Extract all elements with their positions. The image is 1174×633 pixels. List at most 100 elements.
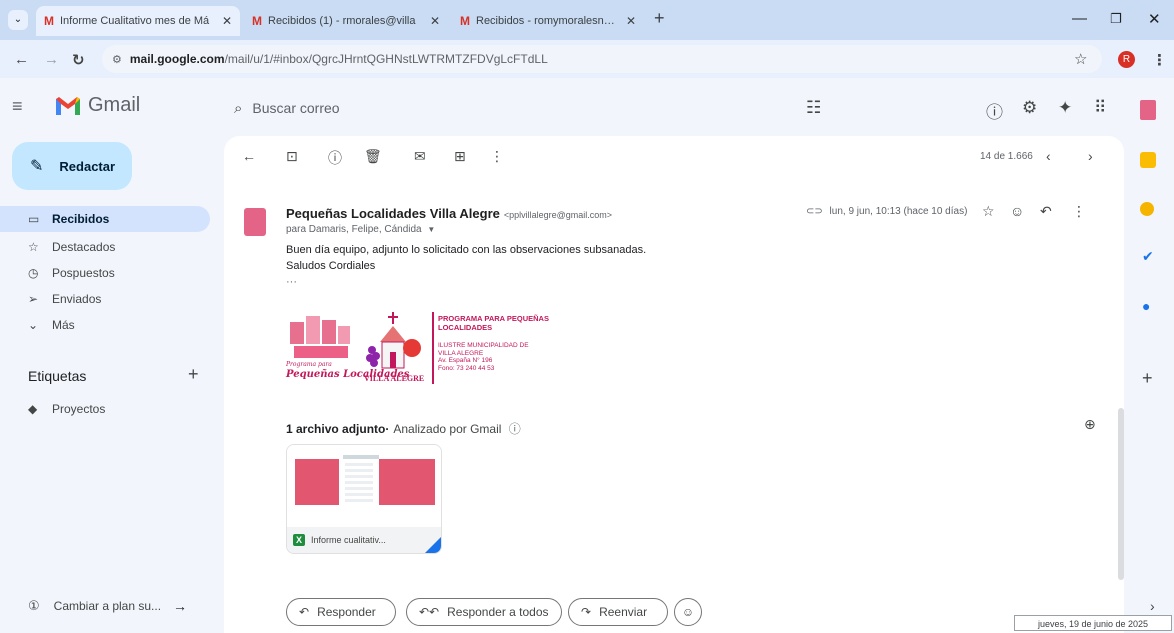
upgrade-plan-link[interactable]: ① Cambiar a plan su... → bbox=[28, 598, 187, 614]
search-icon[interactable]: ⌕ bbox=[234, 100, 242, 117]
signature-villa-name: VILLA ALEGRE bbox=[364, 374, 425, 383]
address-bar[interactable]: ⚙ mail.google.com/mail/u/1/#inbox/QgrcJH… bbox=[102, 45, 1102, 73]
upgrade-icon: ① bbox=[28, 598, 40, 613]
move-to-icon[interactable]: ⊞ bbox=[454, 148, 466, 165]
close-tab-icon[interactable]: ✕ bbox=[222, 14, 232, 28]
gmail-icon: M bbox=[44, 14, 54, 28]
reply-button[interactable]: ↶ Responder bbox=[286, 598, 396, 626]
help-icon[interactable]: ⓘ bbox=[986, 98, 1003, 123]
tab-title: Informe Cualitativo mes de Má bbox=[60, 15, 210, 27]
compose-button[interactable]: ✎ Redactar bbox=[12, 142, 132, 190]
emoji-reaction-icon[interactable]: ☺ bbox=[1010, 203, 1024, 219]
attachments-header: 1 archivo adjunto· Analizado por Gmail ⓘ bbox=[286, 422, 521, 436]
search-options-icon[interactable]: ☷ bbox=[806, 98, 821, 118]
reply-all-icon: ↶↶ bbox=[419, 605, 440, 619]
add-to-drive-icon[interactable]: ⊕ bbox=[1084, 416, 1096, 433]
signature-divider bbox=[432, 312, 434, 384]
show-trimmed-content[interactable]: ··· bbox=[286, 276, 297, 288]
gmail-m-icon bbox=[56, 96, 80, 115]
newer-chevron-icon[interactable]: ‹ bbox=[1046, 148, 1051, 164]
add-label-icon[interactable]: + bbox=[188, 364, 199, 385]
get-addons-icon[interactable]: + bbox=[1142, 368, 1153, 389]
more-actions-icon[interactable]: ⋮ bbox=[490, 148, 504, 165]
forward-icon: ↷ bbox=[581, 605, 592, 619]
browser-menu-icon[interactable]: ⋮ bbox=[1152, 51, 1167, 69]
bookmark-star-icon[interactable]: ☆ bbox=[1074, 50, 1087, 68]
info-icon[interactable]: ⓘ bbox=[509, 422, 521, 436]
mark-unread-icon[interactable]: ✉ bbox=[414, 148, 426, 165]
reply-icon[interactable]: ↶ bbox=[1040, 203, 1052, 220]
sidebar-item-pospuestos[interactable]: ◷ Pospuestos bbox=[0, 260, 210, 286]
tasks-icon[interactable]: ✔ bbox=[1142, 248, 1154, 265]
back-to-inbox-icon[interactable]: ← bbox=[242, 148, 256, 164]
browser-tab-informe[interactable]: M Informe Cualitativo mes de Má ✕ bbox=[36, 6, 240, 36]
sidebar-item-mas[interactable]: ⌄ Más bbox=[0, 312, 210, 338]
forward-icon[interactable]: → bbox=[44, 51, 59, 68]
forward-label: Reenviar bbox=[599, 605, 648, 619]
star-message-icon[interactable]: ☆ bbox=[982, 203, 995, 220]
gmail-logo[interactable]: Gmail bbox=[54, 94, 140, 117]
recipients-dropdown[interactable]: para Damaris, Felipe, Cándida ▼ bbox=[286, 224, 435, 235]
browser-tab-recibidos-2[interactable]: M Recibidos - romymoralesn23@ ✕ bbox=[452, 6, 644, 36]
reply-icon: ↶ bbox=[299, 605, 310, 619]
show-side-panel-icon[interactable]: › bbox=[1150, 598, 1155, 614]
maximize-icon[interactable]: ❐ bbox=[1110, 11, 1122, 27]
calendar-icon[interactable] bbox=[1140, 152, 1156, 168]
tab-title: Recibidos (1) - rmorales@villa bbox=[268, 15, 416, 27]
report-spam-icon[interactable]: ⓘ bbox=[328, 148, 342, 168]
contacts-icon[interactable]: ● bbox=[1142, 298, 1150, 314]
search-bar[interactable]: ⌕ Buscar correo bbox=[224, 86, 834, 130]
attachment-card[interactable]: X Informe cualitativ... bbox=[286, 444, 442, 554]
forward-button[interactable]: ↷ Reenviar bbox=[568, 598, 668, 626]
back-icon[interactable]: ← bbox=[14, 51, 29, 68]
reply-all-label: Responder a todos bbox=[447, 605, 549, 619]
attachment-thumbnail bbox=[287, 445, 441, 527]
signature-line: Fono: 73 240 44 53 bbox=[438, 364, 495, 372]
close-tab-icon[interactable]: ✕ bbox=[626, 14, 636, 28]
profile-avatar[interactable]: R bbox=[1118, 51, 1135, 68]
gemini-sparkle-icon[interactable]: ✦ bbox=[1058, 98, 1072, 118]
scrollbar[interactable] bbox=[1118, 408, 1124, 580]
browser-toolbar: ← → ↻ ⚙ mail.google.com/mail/u/1/#inbox/… bbox=[0, 40, 1174, 78]
message-date-text: lun, 9 jun, 10:13 (hace 10 días) bbox=[829, 206, 968, 217]
signature-line: PROGRAMA PARA PEQUEÑAS bbox=[438, 314, 549, 323]
sidebar-item-recibidos[interactable]: ▭ Recibidos bbox=[0, 206, 210, 232]
attachments-scan-status: Analizado por Gmail bbox=[393, 422, 502, 436]
older-chevron-icon[interactable]: › bbox=[1088, 148, 1093, 164]
close-window-icon[interactable]: ✕ bbox=[1148, 10, 1161, 28]
new-tab-button[interactable]: + bbox=[654, 8, 665, 29]
site-info-icon[interactable]: ⚙ bbox=[112, 53, 122, 66]
search-input[interactable]: Buscar correo bbox=[252, 100, 339, 116]
minimize-icon[interactable]: — bbox=[1072, 10, 1087, 27]
sidebar-item-enviados[interactable]: ➢ Enviados bbox=[0, 286, 210, 312]
browser-tab-bar: ⌄ M Informe Cualitativo mes de Má ✕ M Re… bbox=[0, 0, 1174, 40]
sidebar-item-label: Enviados bbox=[52, 292, 102, 306]
taskbar-date-tooltip: jueves, 19 de junio de 2025 bbox=[1014, 615, 1172, 631]
labels-heading: Etiquetas bbox=[28, 368, 87, 384]
archive-icon[interactable]: ⊡ bbox=[286, 148, 298, 165]
sender-email: <pplvillalegre@gmail.com> bbox=[503, 210, 613, 220]
compose-label: Redactar bbox=[59, 158, 116, 174]
reply-all-button[interactable]: ↶↶ Responder a todos bbox=[406, 598, 562, 626]
label-item-proyectos[interactable]: ◆ Proyectos bbox=[0, 396, 210, 422]
excel-file-icon: X bbox=[293, 534, 305, 546]
villa-alegre-logo bbox=[366, 312, 421, 369]
signature-line: LOCALIDADES bbox=[438, 323, 493, 332]
message-body-line: Saludos Cordiales bbox=[286, 260, 376, 272]
reload-icon[interactable]: ↻ bbox=[72, 51, 85, 69]
apps-grid-icon[interactable]: ⠿ bbox=[1094, 98, 1106, 118]
account-logo[interactable] bbox=[1140, 100, 1156, 120]
browser-tab-recibidos-1[interactable]: M Recibidos (1) - rmorales@villa ✕ bbox=[244, 6, 448, 36]
settings-gear-icon[interactable]: ⚙ bbox=[1022, 98, 1037, 118]
tab-search-button[interactable]: ⌄ bbox=[8, 10, 28, 30]
sidebar-item-destacados[interactable]: ☆ Destacados bbox=[0, 234, 210, 260]
emoji-reaction-button[interactable]: ☺ bbox=[674, 598, 702, 626]
message-more-icon[interactable]: ⋮ bbox=[1072, 203, 1086, 220]
clock-icon: ◷ bbox=[28, 266, 39, 280]
main-menu-icon[interactable]: ≡ bbox=[12, 96, 23, 117]
close-tab-icon[interactable]: ✕ bbox=[430, 14, 440, 28]
signature-line: Av. España N° 196 bbox=[438, 357, 493, 364]
pencil-icon: ✎ bbox=[30, 158, 44, 175]
keep-icon[interactable] bbox=[1140, 202, 1154, 216]
delete-icon[interactable]: 🗑 bbox=[364, 148, 382, 165]
